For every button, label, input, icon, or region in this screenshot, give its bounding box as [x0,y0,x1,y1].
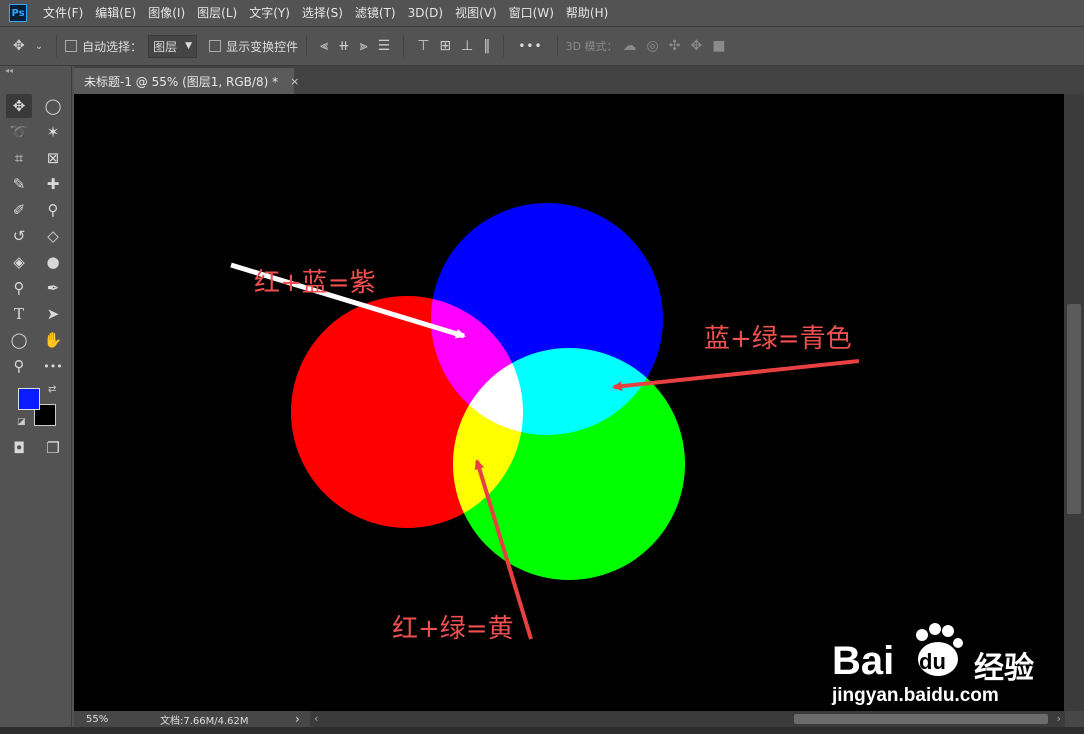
video-camera-icon[interactable]: ■ [712,38,725,54]
collapse-panel-icon[interactable]: ◂◂ [5,66,13,75]
align-center-icon[interactable]: ⧺ [338,38,350,54]
move-tool-icon[interactable]: ✥ [6,94,32,118]
document-tab-title: 未标题-1 @ 55% (图层1, RGB/8) * [84,74,279,89]
tools-panel: ◂◂ ✥ ◯ ➰ ✶ ⌗ ⊠ ✎ ✚ ✐ ⚲ ↺ ◇ ◈ ● ⚲ ✒ T ➤ ◯… [0,66,72,734]
type-tool-icon[interactable]: T [6,302,32,326]
pan-3d-icon[interactable]: ✣ [669,38,681,54]
move-tool-icon[interactable]: ✥ [13,38,25,54]
slide-3d-icon[interactable]: ✥ [691,38,703,54]
menu-type[interactable]: 文字(Y) [243,0,296,26]
menu-bar: Ps 文件(F) 编辑(E) 图像(I) 图层(L) 文字(Y) 选择(S) 滤… [0,0,1084,26]
menu-view[interactable]: 视图(V) [449,0,503,26]
show-transform-checkbox[interactable] [209,40,222,52]
align-left-icon[interactable]: ⫷ [320,38,328,54]
scroll-left-icon[interactable]: ‹ [314,712,318,725]
align-right-icon[interactable]: ⫸ [360,38,368,54]
swap-colors-icon[interactable]: ⇄ [48,384,56,395]
mode-3d-label: 3D 模式： [565,40,618,53]
zoom-level[interactable]: 55% [86,714,108,725]
separator [556,35,558,57]
menu-window[interactable]: 窗口(W) [503,0,560,26]
tool-preset-chevron-down-icon[interactable]: ⌄ [35,41,43,52]
vertical-scrollbar[interactable] [1064,94,1084,711]
show-transform-label: 显示变换控件 [226,39,299,54]
horizontal-scrollbar-thumb[interactable] [794,714,1048,724]
foreground-color-swatch[interactable] [18,388,40,410]
horizontal-scrollbar[interactable]: ‹ › [310,711,1065,727]
dodge-tool-icon[interactable]: ⚲ [6,276,32,300]
menu-layer[interactable]: 图层(L) [191,0,243,26]
roll-3d-icon[interactable]: ◎ [647,38,659,54]
menu-edit[interactable]: 编辑(E) [89,0,142,26]
menu-filter[interactable]: 滤镜(T) [349,0,402,26]
eyedropper-tool-icon[interactable]: ✎ [6,172,32,196]
vertical-scrollbar-thumb[interactable] [1067,304,1081,514]
healing-brush-tool-icon[interactable]: ✚ [40,172,66,196]
align-bottom-icon[interactable]: ⊥ [461,38,473,54]
auto-select-checkbox[interactable] [65,40,78,52]
baidu-watermark: Bai du 经验 jingyan.baidu.com [828,619,1058,707]
pen-tool-icon[interactable]: ✒ [40,276,66,300]
menu-help[interactable]: 帮助(H) [560,0,614,26]
ellipse-tool-icon[interactable]: ◯ [6,328,32,352]
zoom-tool-icon[interactable]: ⚲ [6,354,32,378]
more-options-button[interactable]: ••• [518,39,542,53]
auto-select-target-select[interactable]: 图层 ▼ [148,34,198,58]
default-colors-icon[interactable]: ◪ [17,417,26,427]
menu-file[interactable]: 文件(F) [37,0,89,26]
clone-stamp-tool-icon[interactable]: ⚲ [40,198,66,222]
eraser-tool-icon[interactable]: ◇ [40,224,66,248]
separator [56,35,58,57]
close-icon[interactable]: × [290,75,299,88]
document-tab[interactable]: 未标题-1 @ 55% (图层1, RGB/8) * × [74,68,299,94]
paint-bucket-tool-icon[interactable]: ◈ [6,250,32,274]
edit-toolbar-icon[interactable]: ••• [40,354,66,378]
crop-tool-icon[interactable]: ⌗ [6,146,32,170]
chevron-down-icon: ▼ [185,41,193,51]
separator [503,35,505,57]
menu-3d[interactable]: 3D(D) [402,0,449,26]
menu-image[interactable]: 图像(I) [142,0,191,26]
watermark-brand-right: 经验 [974,651,1034,686]
distribute-horizontal-icon[interactable]: ☰ [378,38,391,54]
separator [306,35,308,57]
brush-tool-icon[interactable]: ✐ [6,198,32,222]
rgb-circles [291,203,685,580]
blur-tool-icon[interactable]: ● [40,250,66,274]
document-size-info: 文档:7.66M/4.62M [160,715,249,727]
scroll-right-icon[interactable]: › [1057,712,1061,725]
watermark-brand-mid: du [919,649,946,674]
document-tab-bar: 未标题-1 @ 55% (图层1, RGB/8) * × [74,66,1084,94]
distribute-vertical-icon[interactable]: ‖ [483,38,490,54]
marquee-tool-icon[interactable]: ◯ [40,94,66,118]
screen-mode-icon[interactable]: ❐ [40,436,66,460]
label-red-plus-blue: 红+蓝=紫 [254,268,376,298]
align-middle-icon[interactable]: ⊞ [439,38,451,54]
photoshop-logo: Ps [9,4,27,22]
watermark-brand-left: Bai [832,639,895,683]
watermark-url: jingyan.baidu.com [832,685,999,706]
orbit-3d-icon[interactable]: ☁ [623,38,637,54]
quick-mask-icon[interactable]: ◘ [6,436,32,460]
menu-select[interactable]: 选择(S) [296,0,349,26]
canvas-workspace[interactable]: 红+蓝=紫 蓝+绿=青色 红+绿=黄 Bai du 经验 jingyan.bai… [74,94,1064,711]
frame-tool-icon[interactable]: ⊠ [40,146,66,170]
magic-wand-tool-icon[interactable]: ✶ [40,120,66,144]
auto-select-label: 自动选择： [82,39,143,54]
history-brush-tool-icon[interactable]: ↺ [6,224,32,248]
options-bar: ✥ ⌄ 自动选择： 图层 ▼ 显示变换控件 ⫷ ⧺ ⫸ ☰ ⊤ ⊞ ⊥ ‖ ••… [0,26,1084,66]
label-red-plus-green: 红+绿=黄 [392,614,514,644]
label-blue-plus-green: 蓝+绿=青色 [704,324,852,354]
path-selection-tool-icon[interactable]: ➤ [40,302,66,326]
status-bar: 55% 文档:7.66M/4.62M › ‹ › [74,711,1084,727]
auto-select-target-value: 图层 [153,39,178,54]
bottom-panel-strip [0,727,1084,734]
status-menu-chevron-right-icon[interactable]: › [295,712,300,726]
hand-tool-icon[interactable]: ✋ [40,328,66,352]
lasso-tool-icon[interactable]: ➰ [6,120,32,144]
separator [403,35,405,57]
align-top-icon[interactable]: ⊤ [417,38,429,54]
